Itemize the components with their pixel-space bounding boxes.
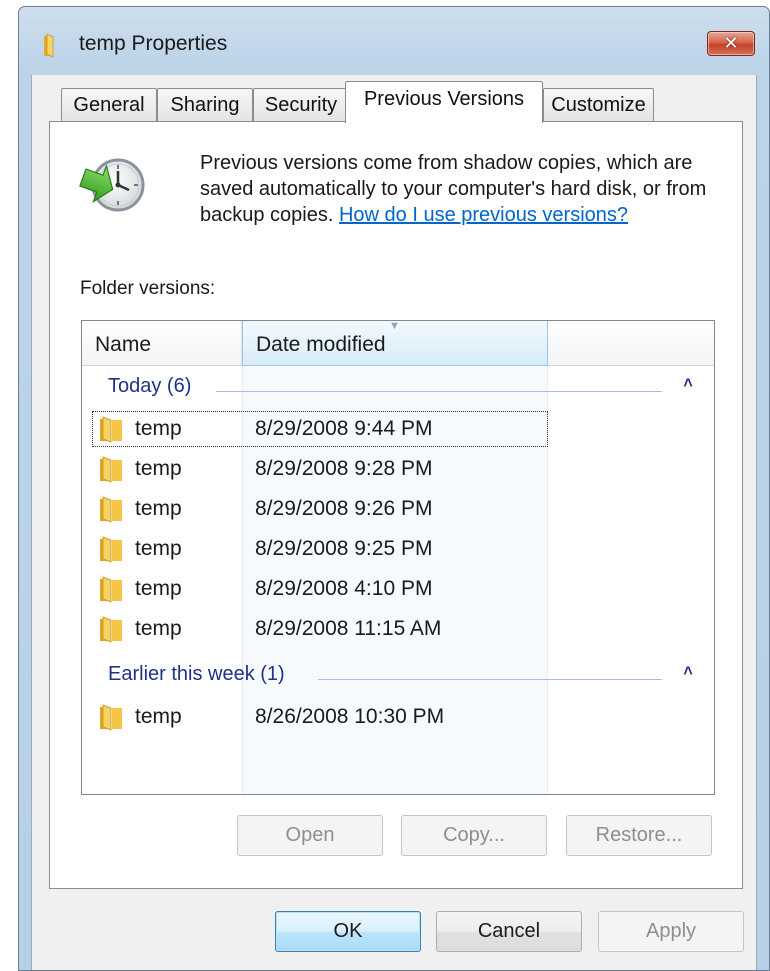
list-header: Name ▼ Date modified <box>82 321 714 366</box>
restore-clock-icon <box>79 158 145 212</box>
item-name: temp <box>135 417 182 440</box>
tab-general[interactable]: General <box>61 88 157 122</box>
item-date: 8/29/2008 9:26 PM <box>255 497 433 520</box>
item-date: 8/29/2008 4:10 PM <box>255 577 433 600</box>
group-divider <box>318 679 662 680</box>
cancel-button[interactable]: Cancel <box>436 911 582 952</box>
open-button[interactable]: Open <box>237 815 383 856</box>
chevron-up-icon[interactable]: ˄ <box>680 663 696 683</box>
group-header-earlier-this-week[interactable]: Earlier this week (1) ˄ <box>82 659 714 695</box>
properties-window: temp Properties ✕ General Sharing Securi… <box>18 6 770 971</box>
item-name: temp <box>135 497 182 520</box>
item-name: temp <box>135 537 182 560</box>
item-name: temp <box>135 577 182 600</box>
folder-icon <box>100 416 122 443</box>
folder-icon <box>100 616 122 643</box>
group-label: Today (6) <box>108 375 192 397</box>
item-date: 8/29/2008 9:44 PM <box>255 417 433 440</box>
tab-sharing[interactable]: Sharing <box>157 88 253 122</box>
list-item[interactable]: temp 8/29/2008 9:25 PM <box>92 531 548 567</box>
list-item[interactable]: temp 8/26/2008 10:30 PM <box>92 699 548 735</box>
versions-list[interactable]: Name ▼ Date modified Today (6) ˄ temp 8/… <box>81 320 715 795</box>
list-item[interactable]: temp 8/29/2008 11:15 AM <box>92 611 548 647</box>
group-header-today[interactable]: Today (6) ˄ <box>82 371 714 407</box>
title-bar[interactable]: temp Properties ✕ <box>19 7 769 75</box>
item-date: 8/29/2008 9:25 PM <box>255 537 433 560</box>
tab-previous-versions[interactable]: Previous Versions <box>345 81 543 123</box>
item-date: 8/29/2008 11:15 AM <box>255 617 442 640</box>
group-divider <box>216 391 662 392</box>
apply-button[interactable]: Apply <box>598 911 744 952</box>
chevron-up-icon[interactable]: ˄ <box>680 375 696 395</box>
info-text: Previous versions come from shadow copie… <box>200 150 720 228</box>
item-date: 8/26/2008 10:30 PM <box>255 705 445 728</box>
folder-icon <box>44 33 54 58</box>
restore-button[interactable]: Restore... <box>566 815 712 856</box>
column-header-empty <box>548 321 714 366</box>
ok-button[interactable]: OK <box>275 911 421 952</box>
tab-customize[interactable]: Customize <box>543 88 654 122</box>
sort-arrow-icon: ▼ <box>389 320 400 332</box>
list-item[interactable]: temp 8/29/2008 4:10 PM <box>92 571 548 607</box>
list-item[interactable]: temp 8/29/2008 9:26 PM <box>92 491 548 527</box>
folder-versions-label: Folder versions: <box>80 278 216 299</box>
help-link[interactable]: How do I use previous versions? <box>339 204 628 226</box>
dialog-client-area: General Sharing Security Previous Versio… <box>31 75 757 970</box>
copy-button[interactable]: Copy... <box>401 815 547 856</box>
folder-icon <box>100 704 122 731</box>
folder-icon <box>100 536 122 563</box>
column-header-date-modified[interactable]: ▼ Date modified <box>242 321 548 366</box>
folder-icon <box>100 576 122 603</box>
previous-versions-panel: Previous versions come from shadow copie… <box>49 121 743 889</box>
list-item[interactable]: temp 8/29/2008 9:44 PM <box>92 411 548 447</box>
item-name: temp <box>135 457 182 480</box>
window-title: temp Properties <box>79 32 228 55</box>
group-label: Earlier this week (1) <box>108 663 285 685</box>
folder-icon <box>100 496 122 523</box>
item-name: temp <box>135 705 182 728</box>
item-date: 8/29/2008 9:28 PM <box>255 457 433 480</box>
column-header-date-label: Date modified <box>256 333 386 356</box>
item-name: temp <box>135 617 182 640</box>
folder-icon <box>100 456 122 483</box>
column-header-name[interactable]: Name <box>82 321 242 366</box>
close-button[interactable]: ✕ <box>707 31 755 56</box>
tab-security[interactable]: Security <box>253 88 349 122</box>
list-item[interactable]: temp 8/29/2008 9:28 PM <box>92 451 548 487</box>
